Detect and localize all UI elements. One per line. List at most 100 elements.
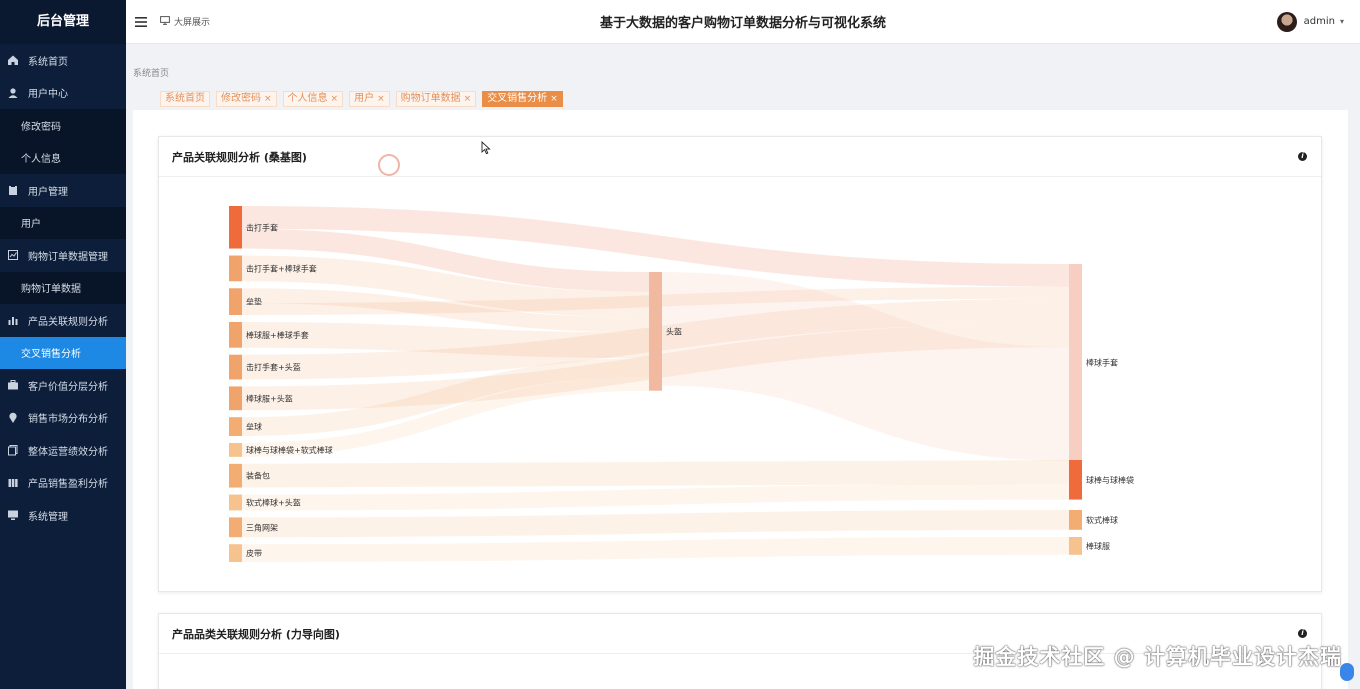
sankey-node-label: 棒球手套 xyxy=(1086,357,1118,367)
sidebar-item-label: 购物订单数据 xyxy=(21,284,81,296)
sankey-card-title: 产品关联规则分析 (桑基图) xyxy=(172,150,307,164)
watermark: 掘金技术社区 @ 计算机毕业设计杰瑞 xyxy=(973,645,1342,669)
tab-2[interactable]: 个人信息 × xyxy=(282,91,344,107)
bar-chart-icon xyxy=(6,313,20,327)
chevron-down-icon: ▾ xyxy=(1339,17,1344,26)
sidebar-item-label: 客户价值分层分析 xyxy=(28,381,108,393)
sankey-node-label: 头盔 xyxy=(666,326,682,336)
sankey-link[interactable] xyxy=(241,536,1070,563)
close-icon[interactable]: × xyxy=(550,91,558,107)
sidebar-item-4[interactable]: 用户管理 xyxy=(0,174,126,207)
sidebar-item-label: 个人信息 xyxy=(21,154,61,166)
sidebar-item-label: 用户 xyxy=(21,219,41,231)
hamburger-menu-icon[interactable] xyxy=(134,15,148,29)
close-icon[interactable]: × xyxy=(264,91,272,107)
sidebar-item-9[interactable]: 交叉销售分析 xyxy=(0,336,126,369)
sidebar-item-2[interactable]: 修改密码 xyxy=(0,109,126,142)
sidebar-item-0[interactable]: 系统首页 xyxy=(0,44,126,77)
sankey-node[interactable] xyxy=(229,288,242,315)
info-icon[interactable]: i xyxy=(1298,152,1307,161)
tab-label: 购物订单数据 xyxy=(400,93,461,104)
sidebar-brand: 后台管理 xyxy=(0,0,126,44)
sankey-link[interactable] xyxy=(241,510,1070,538)
breadcrumb[interactable]: 系统首页 xyxy=(133,66,169,79)
sankey-card: 产品关联规则分析 (桑基图) i 击打手套 击打手套+棒球手套 垒垫 棒球服+棒球手套… xyxy=(158,136,1322,592)
sidebar-item-3[interactable]: 个人信息 xyxy=(0,141,126,174)
scroll-handle[interactable] xyxy=(1340,663,1354,681)
sankey-node-label: 皮带 xyxy=(246,548,262,558)
sidebar-item-13[interactable]: 产品销售盈利分析 xyxy=(0,467,126,500)
home-icon xyxy=(6,53,20,67)
tab-5[interactable]: 交叉销售分析 × xyxy=(482,91,563,107)
sankey-node[interactable] xyxy=(229,442,242,457)
sidebar: 后台管理 系统首页用户中心修改密码个人信息用户管理用户购物订单数据管理购物订单数… xyxy=(0,0,126,689)
tab-label: 系统首页 xyxy=(165,93,205,104)
sankey-link[interactable] xyxy=(241,459,1070,488)
tab-0[interactable]: 系统首页 xyxy=(160,91,210,107)
sankey-node[interactable] xyxy=(229,494,242,511)
tab-label: 交叉销售分析 xyxy=(487,93,548,104)
sidebar-menu: 系统首页用户中心修改密码个人信息用户管理用户购物订单数据管理购物订单数据产品关联… xyxy=(0,44,126,532)
sidebar-item-label: 交叉销售分析 xyxy=(21,349,81,361)
sankey-card-header: 产品关联规则分析 (桑基图) i xyxy=(159,137,1321,177)
sankey-node-label: 击打手套+头盔 xyxy=(246,362,301,372)
close-icon[interactable]: × xyxy=(464,91,472,107)
sidebar-item-label: 产品关联规则分析 xyxy=(28,316,108,328)
force-graph-card-title: 产品品类关联规则分析 (力导向图) xyxy=(172,627,340,641)
sidebar-item-10[interactable]: 客户价值分层分析 xyxy=(0,369,126,402)
sidebar-item-8[interactable]: 产品关联规则分析 xyxy=(0,304,126,337)
sidebar-item-11[interactable]: 销售市场分布分析 xyxy=(0,402,126,435)
user-menu[interactable]: admin ▾ xyxy=(1276,11,1344,32)
big-screen-link[interactable]: 大屏展示 xyxy=(160,15,210,28)
sankey-node-label: 装备包 xyxy=(246,471,270,481)
copy-icon xyxy=(6,443,20,457)
sankey-node[interactable] xyxy=(1069,537,1082,555)
sankey-chart: 击打手套击打手套+棒球手套垒垫棒球服+棒球手套击打手套+头盔棒球服+头盔垒球球棒… xyxy=(229,206,1134,563)
sankey-node[interactable] xyxy=(229,206,242,249)
sankey-node[interactable] xyxy=(229,255,242,282)
sidebar-item-14[interactable]: 系统管理 xyxy=(0,499,126,532)
close-icon[interactable]: × xyxy=(331,91,339,107)
sankey-node-label: 软式棒球+头盔 xyxy=(246,497,301,507)
sankey-node[interactable] xyxy=(229,321,242,348)
sidebar-item-6[interactable]: 购物订单数据管理 xyxy=(0,239,126,272)
sankey-node[interactable] xyxy=(229,463,242,488)
tab-label: 用户 xyxy=(354,93,375,104)
username: admin xyxy=(1303,16,1335,27)
sankey-node[interactable] xyxy=(229,517,242,538)
screen-icon xyxy=(160,15,170,28)
monitor-icon xyxy=(6,508,20,522)
info-icon[interactable]: i xyxy=(1298,629,1307,638)
sankey-link[interactable] xyxy=(241,483,1070,511)
sidebar-item-7[interactable]: 购物订单数据 xyxy=(0,271,126,304)
sidebar-item-label: 销售市场分布分析 xyxy=(28,414,108,426)
sankey-node-label: 棒球服+头盔 xyxy=(246,393,293,403)
sidebar-item-label: 用户中心 xyxy=(28,89,68,101)
close-icon[interactable]: × xyxy=(377,91,385,107)
sankey-node[interactable] xyxy=(1069,510,1082,530)
sankey-node[interactable] xyxy=(1069,460,1082,500)
sankey-node-label: 软式棒球 xyxy=(1086,515,1118,525)
sankey-node[interactable] xyxy=(229,417,242,436)
click-ripple xyxy=(378,154,400,176)
sankey-node-label: 棒球服 xyxy=(1086,541,1110,551)
tab-1[interactable]: 修改密码 × xyxy=(216,91,277,107)
sankey-node[interactable] xyxy=(229,544,242,562)
sidebar-item-label: 修改密码 xyxy=(21,121,61,133)
sidebar-item-label: 产品销售盈利分析 xyxy=(28,479,108,491)
sankey-node[interactable] xyxy=(229,354,242,380)
sankey-node[interactable] xyxy=(1069,264,1082,461)
sidebar-item-1[interactable]: 用户中心 xyxy=(0,77,126,110)
sidebar-item-5[interactable]: 用户 xyxy=(0,206,126,239)
sankey-node[interactable] xyxy=(229,386,242,411)
sidebar-item-label: 用户管理 xyxy=(28,186,68,198)
sidebar-item-12[interactable]: 整体运营绩效分析 xyxy=(0,434,126,467)
tab-label: 个人信息 xyxy=(287,93,328,104)
sidebar-item-label: 系统首页 xyxy=(28,56,68,68)
tab-4[interactable]: 购物订单数据 × xyxy=(395,91,477,107)
tab-3[interactable]: 用户 × xyxy=(349,91,390,107)
sankey-node[interactable] xyxy=(649,272,662,391)
sidebar-item-label: 整体运营绩效分析 xyxy=(28,446,108,458)
user-icon xyxy=(6,86,20,100)
avatar xyxy=(1276,11,1297,32)
